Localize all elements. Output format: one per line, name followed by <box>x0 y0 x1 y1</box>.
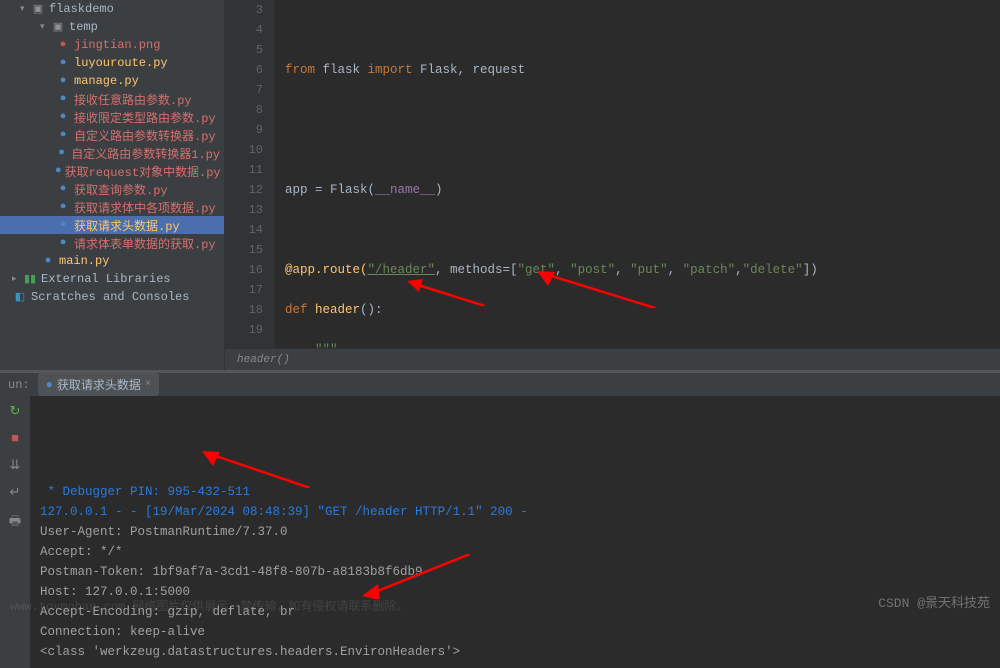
line-number: 7 <box>225 80 263 100</box>
file-label: main.py <box>59 254 109 268</box>
line-number: 9 <box>225 120 263 140</box>
file-label: 接收任意路由参数.py <box>74 91 192 108</box>
console-line: Accept: */* <box>40 542 990 562</box>
tree-file[interactable]: ●manage.py <box>0 72 224 90</box>
external-libraries[interactable]: ▸ ▮▮ External Libraries <box>0 270 224 288</box>
file-icon: ● <box>55 93 71 105</box>
file-label: 自定义路由参数转换器1.py <box>71 145 220 162</box>
tree-file[interactable]: ●luyouroute.py <box>0 54 224 72</box>
line-number: 8 <box>225 100 263 120</box>
file-icon: ● <box>55 219 71 231</box>
folder-label: temp <box>69 20 98 34</box>
line-number: 13 <box>225 200 263 220</box>
chevron-down-icon: ▾ <box>40 22 50 32</box>
tree-folder[interactable]: ▾ ▣ temp <box>0 18 224 36</box>
tree-file[interactable]: ●获取查询参数.py <box>0 180 224 198</box>
file-icon: ● <box>55 201 71 213</box>
line-number: 5 <box>225 40 263 60</box>
line-number: 17 <box>225 280 263 300</box>
ext-lib-label: External Libraries <box>41 272 171 286</box>
file-icon: ● <box>55 111 71 123</box>
console-line: 127.0.0.1 - - [19/Mar/2024 08:48:39] "GE… <box>40 502 990 522</box>
close-icon[interactable]: × <box>145 379 151 390</box>
code-area[interactable]: from flask import Flask, request app = F… <box>275 0 1000 348</box>
file-icon: ● <box>55 75 71 87</box>
watermark: CSDN @景天科技苑 <box>878 592 990 611</box>
file-label: 获取查询参数.py <box>74 181 168 198</box>
run-tab[interactable]: ● 获取请求头数据 × <box>38 373 159 396</box>
soft-wrap-icon[interactable]: ↵ <box>10 485 21 500</box>
file-label: 请求体表单数据的获取.py <box>74 235 216 252</box>
tree-file[interactable]: ●获取请求头数据.py <box>0 216 224 234</box>
file-icon: ● <box>55 183 71 195</box>
file-label: 获取请求体中各项数据.py <box>74 199 216 216</box>
line-number: 19 <box>225 320 263 340</box>
line-number: 12 <box>225 180 263 200</box>
tree-file[interactable]: ●获取request对象中数据.py <box>0 162 224 180</box>
line-number: 3 <box>225 0 263 20</box>
run-tab-label: 获取请求头数据 <box>57 376 141 393</box>
run-label: un: <box>8 378 30 392</box>
run-tabs: un: ● 获取请求头数据 × <box>0 373 1000 396</box>
folder-icon: ▣ <box>50 20 66 34</box>
down-icon[interactable]: ⇊ <box>10 458 21 473</box>
file-label: luyouroute.py <box>74 56 168 70</box>
file-label: 获取request对象中数据.py <box>65 163 221 180</box>
file-icon: ● <box>55 237 71 249</box>
file-icon: ● <box>55 165 62 177</box>
tree-file[interactable]: ●接收限定类型路由参数.py <box>0 108 224 126</box>
file-icon: ● <box>55 39 71 51</box>
line-number: 18 <box>225 300 263 320</box>
scratches[interactable]: ◧ Scratches and Consoles <box>0 288 224 306</box>
project-tree[interactable]: ▾ ▣ flaskdemo ▾ ▣ temp ●jingtian.png●luy… <box>0 0 225 370</box>
breadcrumb[interactable]: header() <box>225 348 1000 370</box>
line-number: 14 <box>225 220 263 240</box>
tree-file[interactable]: ●接收任意路由参数.py <box>0 90 224 108</box>
file-label: manage.py <box>74 74 139 88</box>
tree-file[interactable]: ●自定义路由参数转换器.py <box>0 126 224 144</box>
chevron-right-icon: ▸ <box>12 274 22 284</box>
line-gutter: 345678910111213141516171819 <box>225 0 275 348</box>
folder-icon: ▣ <box>30 2 46 16</box>
console-line: <class 'werkzeug.datastructures.headers.… <box>40 642 990 662</box>
line-number: 6 <box>225 60 263 80</box>
watermark: www.toymoban.com 网络图片仅供展示，禁传输，如有侵权请联系删除。 <box>10 597 408 614</box>
stop-icon[interactable]: ■ <box>11 431 19 446</box>
line-number: 15 <box>225 240 263 260</box>
folder-label: flaskdemo <box>49 2 114 16</box>
console-line: Postman-Token: 1bf9af7a-3cd1-48f8-807b-a… <box>40 562 990 582</box>
console-line: * Debugger PIN: 995-432-511 <box>40 482 990 502</box>
scratch-icon: ◧ <box>12 290 28 304</box>
library-icon: ▮▮ <box>22 272 38 286</box>
console-line: Connection: keep-alive <box>40 622 990 642</box>
line-number: 11 <box>225 160 263 180</box>
tree-file[interactable]: ● main.py <box>0 252 224 270</box>
tree-root[interactable]: ▾ ▣ flaskdemo <box>0 0 224 18</box>
file-icon: ● <box>55 147 68 159</box>
file-label: 自定义路由参数转换器.py <box>74 127 216 144</box>
chevron-down-icon: ▾ <box>20 4 30 14</box>
line-number: 10 <box>225 140 263 160</box>
editor[interactable]: 345678910111213141516171819 from flask i… <box>225 0 1000 370</box>
tree-file[interactable]: ●请求体表单数据的获取.py <box>0 234 224 252</box>
file-icon: ● <box>55 129 71 141</box>
console-output[interactable]: * Debugger PIN: 995-432-511127.0.0.1 - -… <box>30 396 1000 668</box>
console-line: User-Agent: PostmanRuntime/7.37.0 <box>40 522 990 542</box>
python-icon: ● <box>46 378 53 392</box>
run-toolbar: ↻ ■ ⇊ ↵ 🖶 <box>0 396 30 668</box>
rerun-icon[interactable]: ↻ <box>10 404 21 419</box>
python-icon: ● <box>40 255 56 267</box>
tree-file[interactable]: ●自定义路由参数转换器1.py <box>0 144 224 162</box>
tree-file[interactable]: ●jingtian.png <box>0 36 224 54</box>
scratches-label: Scratches and Consoles <box>31 290 189 304</box>
file-icon: ● <box>55 57 71 69</box>
file-label: 获取请求头数据.py <box>74 217 180 234</box>
line-number: 16 <box>225 260 263 280</box>
tree-file[interactable]: ●获取请求体中各项数据.py <box>0 198 224 216</box>
file-label: 接收限定类型路由参数.py <box>74 109 216 126</box>
run-panel: un: ● 获取请求头数据 × ↻ ■ ⇊ ↵ 🖶 * Debugger PIN… <box>0 370 1000 614</box>
file-label: jingtian.png <box>74 38 160 52</box>
print-icon[interactable]: 🖶 <box>9 512 21 534</box>
line-number: 4 <box>225 20 263 40</box>
